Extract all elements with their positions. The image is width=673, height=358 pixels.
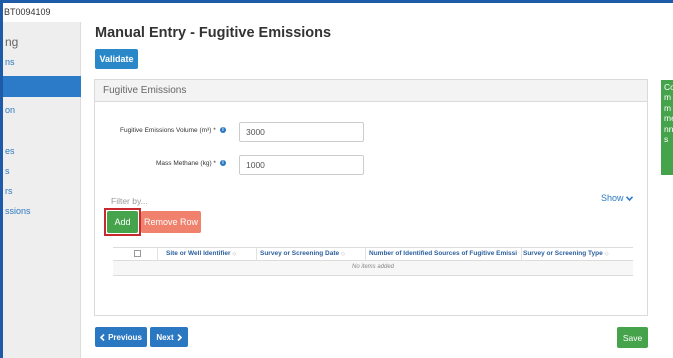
empty-message: No items added bbox=[351, 264, 395, 270]
fugitive-emissions-panel: Fugitive Emissions Fugitive Emissions Vo… bbox=[94, 79, 648, 316]
methane-label: Mass Methane (kg) * bbox=[156, 160, 216, 167]
page-title: Manual Entry - Fugitive Emissions bbox=[95, 25, 332, 41]
validate-button[interactable]: Validate bbox=[95, 49, 138, 69]
sidebar-item-6[interactable]: ssions bbox=[5, 206, 31, 216]
sources-table: Site or Well Identifier ◇ Survey or Scree… bbox=[113, 247, 633, 277]
save-button[interactable]: Save bbox=[617, 327, 648, 348]
column-divider bbox=[365, 248, 366, 262]
sidebar-item-2[interactable]: on bbox=[5, 105, 15, 115]
sidebar-item-4[interactable]: s bbox=[5, 166, 10, 176]
chevron-down-icon bbox=[625, 195, 633, 201]
comments-tab-text: Commmennts bbox=[664, 82, 673, 145]
panel-header: Fugitive Emissions bbox=[95, 80, 647, 102]
sidebar: ng ns on es s rs ssions bbox=[3, 22, 81, 358]
column-divider bbox=[256, 248, 257, 262]
select-all-checkbox[interactable] bbox=[134, 250, 141, 257]
sidebar-heading: ng bbox=[5, 35, 19, 49]
chevron-right-icon bbox=[177, 333, 182, 341]
show-label: Show bbox=[601, 193, 624, 203]
column-survey-type[interactable]: Survey or Screening Type ◇ bbox=[523, 250, 631, 257]
sort-icon: ◇ bbox=[341, 250, 345, 257]
sidebar-item-active[interactable] bbox=[3, 76, 81, 97]
sidebar-item-3[interactable]: es bbox=[5, 146, 15, 156]
sort-icon: ◇ bbox=[232, 250, 237, 257]
info-icon[interactable]: i bbox=[220, 160, 226, 166]
column-survey-date[interactable]: Survey or Screening Date ◇ bbox=[260, 250, 363, 257]
sidebar-item-5[interactable]: rs bbox=[5, 186, 13, 196]
column-divider bbox=[521, 248, 522, 262]
column-divider bbox=[157, 248, 158, 262]
column-source-count[interactable]: Number of Identified Sources of Fugitive… bbox=[369, 250, 520, 257]
sort-icon: ◇ bbox=[604, 250, 609, 257]
panel-title: Fugitive Emissions bbox=[103, 85, 187, 96]
comments-side-tab[interactable]: Commmennts bbox=[661, 80, 673, 175]
volume-input[interactable] bbox=[239, 122, 364, 142]
next-button[interactable]: Next bbox=[150, 327, 188, 347]
volume-label: Fugitive Emissions Volume (m³) * bbox=[120, 127, 216, 134]
methane-input[interactable] bbox=[239, 155, 364, 175]
info-icon[interactable]: i bbox=[220, 127, 226, 133]
table-header: Site or Well Identifier ◇ Survey or Scree… bbox=[113, 247, 633, 262]
remove-row-button[interactable]: Remove Row bbox=[141, 211, 201, 233]
sidebar-item-1[interactable]: ns bbox=[5, 57, 15, 67]
filter-label: Filter by... bbox=[111, 196, 148, 206]
column-site-identifier[interactable]: Site or Well Identifier ◇ bbox=[166, 250, 254, 257]
add-row-button[interactable]: Add bbox=[107, 211, 138, 233]
window-frame-top bbox=[0, 0, 673, 3]
table-empty-row: No items added bbox=[113, 261, 633, 276]
show-filter-toggle[interactable]: Show bbox=[601, 193, 633, 203]
chevron-left-icon bbox=[100, 333, 105, 341]
record-id: BT0094109 bbox=[4, 7, 51, 17]
previous-button[interactable]: Previous bbox=[95, 327, 147, 347]
